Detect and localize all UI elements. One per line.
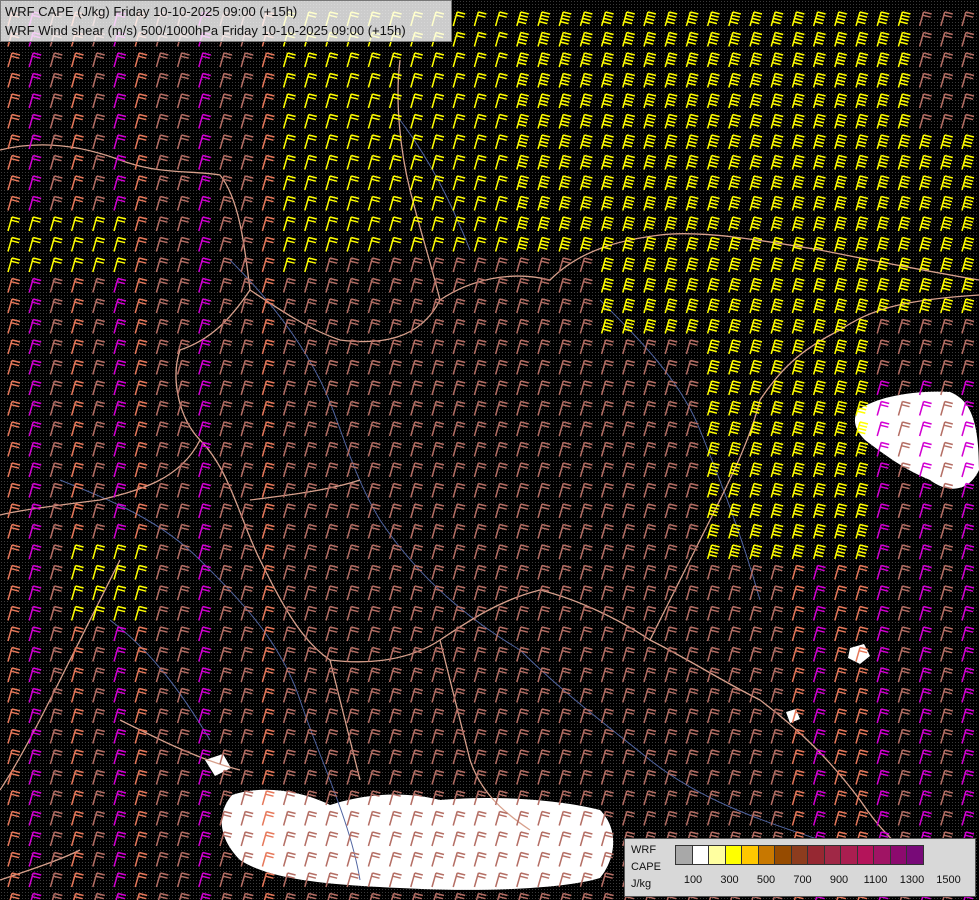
legend-tick-label: 500	[756, 874, 776, 886]
legend-swatch	[840, 845, 858, 865]
legend-tick-label: 900	[829, 874, 849, 886]
legend-tick-label: 100	[683, 874, 703, 886]
legend-title-unit: J/kg	[631, 878, 652, 890]
title-cape: WRF CAPE (J/kg) Friday 10-10-2025 09:00 …	[5, 4, 298, 19]
legend-swatch	[675, 845, 693, 865]
legend-swatch	[790, 845, 808, 865]
legend-swatch	[708, 845, 726, 865]
legend-swatch	[889, 845, 907, 865]
legend-tick-label: 1100	[863, 874, 888, 886]
legend-title-cape: CAPE	[631, 861, 661, 873]
legend-tick-label: 1300	[899, 874, 925, 886]
legend-tick-label: 1500	[936, 874, 961, 886]
cloud-south	[221, 789, 614, 890]
title-wind-shear: WRF Wind shear (m/s) 500/1000hPa Friday …	[5, 23, 406, 38]
legend-title-wrf: WRF	[631, 844, 657, 856]
cape-legend: WRF CAPE J/kg 100 300 500 700 900 1100 1300 150…	[624, 838, 976, 897]
legend-swatch	[906, 845, 924, 865]
legend-swatch	[807, 845, 825, 865]
legend-swatches	[675, 845, 924, 865]
legend-swatch	[724, 845, 742, 865]
legend-swatch	[823, 845, 841, 865]
legend-swatch	[691, 845, 709, 865]
legend-tick-labels: 100 300 500 700 900 1100 1300 1500	[677, 874, 977, 888]
legend-swatch	[774, 845, 792, 865]
legend-tick-label: 700	[793, 874, 812, 886]
legend-swatch	[873, 845, 891, 865]
weather-map	[0, 0, 979, 900]
legend-tick-label: 300	[720, 874, 739, 886]
legend-swatch	[741, 845, 759, 865]
legend-swatch	[856, 845, 874, 865]
legend-swatch	[757, 845, 775, 865]
map-title-box: WRF CAPE (J/kg) Friday 10-10-2025 09:00 …	[0, 0, 452, 42]
